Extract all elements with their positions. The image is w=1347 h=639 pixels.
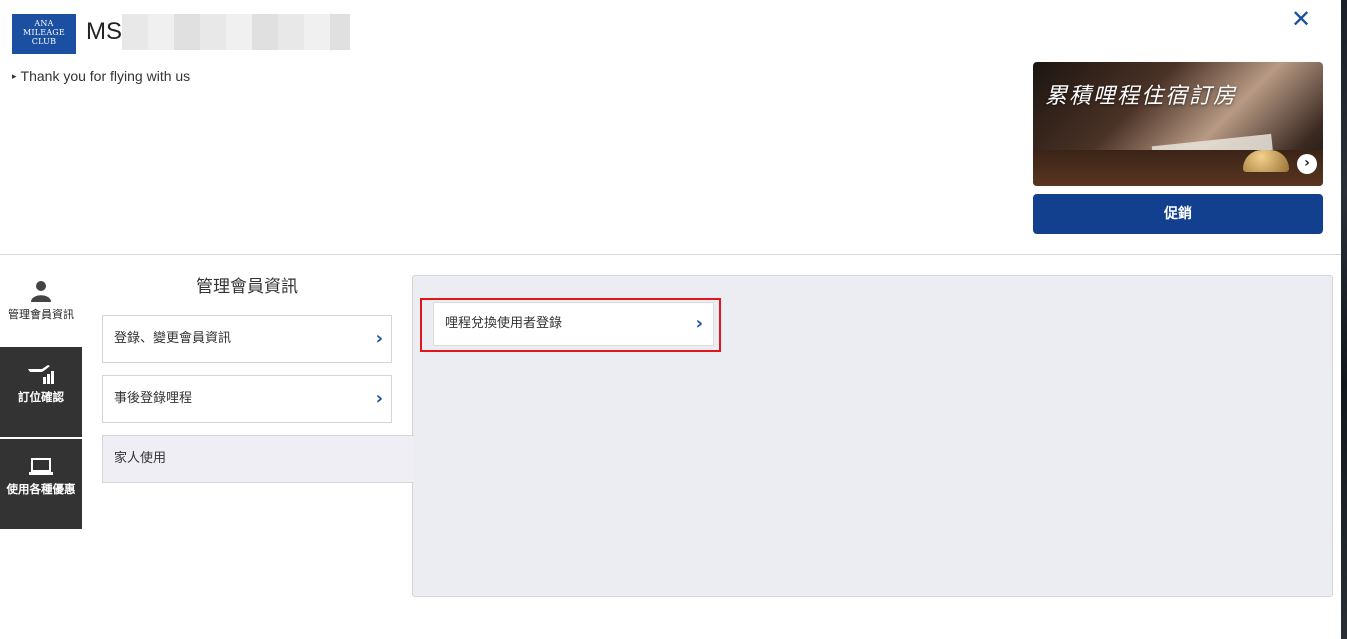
side-tab-manage-member[interactable]: 管理會員資訊 [0,264,82,354]
banner-bell-image [1243,150,1289,172]
menu-item-label: 家人使用 [114,451,167,466]
section-heading: 管理會員資訊 [196,277,298,297]
chevron-right-icon: › [375,388,383,409]
logo-line-mileage: MILEAGE [23,28,65,37]
sub-item-award-user-registration[interactable]: 哩程兌換使用者登錄 › [433,302,714,346]
menu-item-edit-member-info[interactable]: 登錄、變更會員資訊 › [102,315,392,363]
sub-item-label: 哩程兌換使用者登錄 [445,316,563,331]
side-tab-booking-confirm[interactable]: 訂位確認 [0,347,82,437]
side-tab-benefits[interactable]: 使用各種優惠 [0,439,82,529]
logo-line-ana: ANA [34,19,54,28]
close-icon[interactable]: ✕ [1288,6,1314,32]
menu-item-label: 事後登錄哩程 [114,391,193,406]
chevron-right-circle-icon[interactable]: › [1297,154,1317,174]
promo-banner-title: 累積哩程住宿訂房 [1045,84,1238,109]
redacted-name-mask [122,14,350,50]
ana-mileage-club-logo: ANA MILEAGE CLUB [12,14,76,54]
hotel-promo-banner[interactable]: 累積哩程住宿訂房 › [1033,62,1323,186]
logo-line-club: CLUB [31,37,57,46]
chevron-right-icon: › [375,328,383,349]
side-tab-label: 訂位確認 [18,390,64,404]
background-edge [1341,0,1347,639]
member-name: MS [86,18,122,45]
side-tab-label: 使用各種優惠 [6,482,76,496]
chevron-right-icon: › [695,313,703,334]
menu-item-label: 登錄、變更會員資訊 [114,331,232,346]
promotion-button[interactable]: 促銷 [1033,194,1323,234]
header-divider [0,254,1341,255]
menu-item-retro-mileage[interactable]: 事後登錄哩程 › [102,375,392,423]
person-icon [31,281,51,302]
laptop-icon [29,458,53,475]
tab-connector [410,436,414,482]
menu-item-family-use[interactable]: 家人使用 [102,435,414,483]
side-tab-label: 管理會員資訊 [8,308,74,321]
plane-chart-icon [28,365,54,384]
welcome-tagline: Thank you for flying with us [12,68,191,84]
